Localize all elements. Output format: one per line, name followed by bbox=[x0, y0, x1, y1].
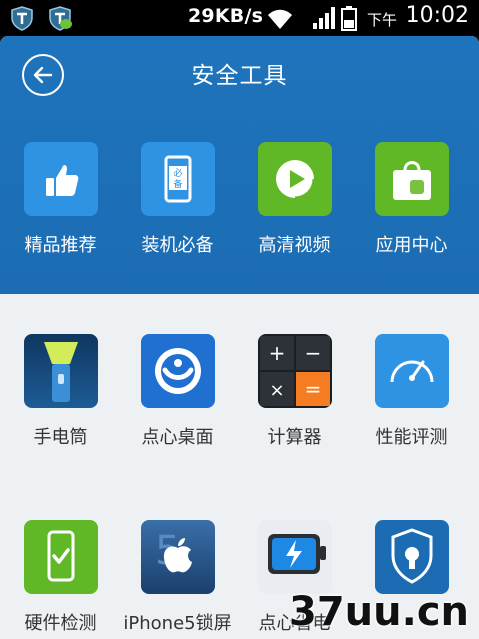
tile-label: 精品推荐 bbox=[24, 235, 97, 256]
tile-hd-video[interactable]: 高清视频 bbox=[236, 142, 353, 257]
phone-badge-icon: 必 备 bbox=[140, 142, 215, 216]
tile-label: 性能评测 bbox=[375, 427, 448, 448]
battery-icon bbox=[341, 6, 357, 31]
status-bar: 29KB/s 下午 10:02 bbox=[0, 0, 479, 36]
tile-dianxin-desktop[interactable]: 点心桌面 bbox=[119, 334, 236, 449]
tile-essentials[interactable]: 必 备 装机必备 bbox=[119, 142, 236, 257]
svg-text:−: − bbox=[304, 341, 321, 365]
shield-lock-icon bbox=[374, 520, 449, 594]
tile-label: 计算器 bbox=[267, 427, 322, 448]
tile-benchmark[interactable]: 性能评测 bbox=[353, 334, 470, 449]
header: 安全工具 精品推荐 必 备 装机必备 高清视频 应用中心 bbox=[0, 36, 479, 294]
tile-iphone5-lockscreen[interactable]: 5 iPhone5锁屏 bbox=[119, 520, 236, 635]
shield-app-icon bbox=[11, 6, 33, 31]
svg-text:必: 必 bbox=[173, 167, 182, 179]
svg-text:+: + bbox=[268, 341, 285, 365]
tile-label: 高清视频 bbox=[258, 235, 331, 256]
tile-calculator[interactable]: + − × = 计算器 bbox=[236, 334, 353, 449]
tile-label: 硬件检测 bbox=[24, 613, 97, 634]
play-icon bbox=[257, 142, 332, 216]
svg-text:×: × bbox=[269, 380, 284, 401]
speedometer-icon bbox=[374, 334, 449, 408]
wifi-icon bbox=[268, 9, 292, 29]
shield-chat-icon bbox=[49, 6, 72, 31]
clock: 10:02 bbox=[405, 3, 469, 28]
tile-label: 手电筒 bbox=[33, 427, 88, 448]
battery-bolt-icon bbox=[257, 520, 332, 594]
tile-flashlight[interactable]: 手电筒 bbox=[2, 334, 119, 449]
dianxin-desktop-icon bbox=[140, 334, 215, 408]
tile-app-center[interactable]: 应用中心 bbox=[353, 142, 470, 257]
apple-icon: 5 bbox=[140, 520, 215, 594]
phone-check-icon bbox=[23, 520, 98, 594]
tile-label: 装机必备 bbox=[141, 235, 214, 256]
tile-label: iPhone5锁屏 bbox=[123, 613, 232, 634]
page-title: 安全工具 bbox=[191, 63, 288, 89]
ampm-label: 下午 bbox=[366, 11, 397, 29]
svg-text:备: 备 bbox=[173, 178, 182, 190]
shopping-bag-icon bbox=[374, 142, 449, 216]
signal-icon bbox=[313, 7, 335, 29]
tools-panel: 安全工具 精品推荐 必 备 装机必备 高清视频 应用中心 手电筒 点心桌面 + … bbox=[0, 36, 479, 639]
tile-featured[interactable]: 精品推荐 bbox=[2, 142, 119, 257]
tile-label: 点心桌面 bbox=[141, 427, 214, 448]
svg-text:=: = bbox=[304, 377, 321, 401]
thumbs-up-icon bbox=[23, 142, 98, 216]
network-speed: 29KB/s bbox=[188, 5, 264, 27]
tile-label: 应用中心 bbox=[375, 235, 448, 256]
calculator-icon: + − × = bbox=[257, 334, 332, 408]
flashlight-icon bbox=[23, 334, 98, 408]
tile-hardware-check[interactable]: 硬件检测 bbox=[2, 520, 119, 635]
watermark: 37uu.cn bbox=[289, 589, 469, 635]
